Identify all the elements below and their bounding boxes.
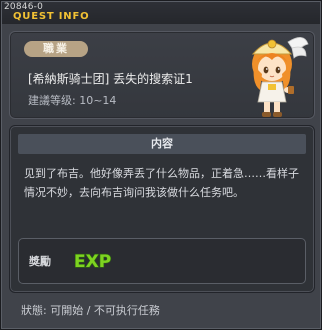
npc-portrait-icon bbox=[251, 37, 309, 117]
quest-info-window: 20846-0 QUEST INFO 職業 [希納斯骑士团] 丢失的搜索证1 建… bbox=[0, 0, 322, 330]
title-bar[interactable]: 20846-0 QUEST INFO bbox=[2, 2, 320, 24]
reward-box: 獎勵 EXP bbox=[18, 238, 306, 284]
quest-status: 狀態: 可開始 / 不可执行任務 bbox=[21, 304, 160, 317]
exp-text: EXP bbox=[74, 252, 111, 271]
reward-label: 獎勵 bbox=[29, 255, 51, 268]
window-title: QUEST INFO bbox=[13, 11, 90, 22]
job-badge: 職業 bbox=[24, 41, 88, 57]
exp-icon: EXP bbox=[73, 251, 111, 271]
content-header: 内容 bbox=[18, 134, 306, 154]
recommended-level: 建議等级: 10~14 bbox=[28, 94, 117, 107]
quest-description: 见到了布吉。他好像弄丢了什么物品，正着急……看样子情况不妙，去向布吉询问我该做什… bbox=[24, 167, 299, 199]
quest-summary-panel: 職業 [希納斯骑士团] 丢失的搜索证1 建議等级: 10~14 bbox=[9, 31, 315, 119]
content-panel: 内容 见到了布吉。他好像弄丢了什么物品，正着急……看样子情况不妙，去向布吉询问我… bbox=[9, 125, 315, 293]
quest-name: [希納斯骑士团] 丢失的搜索证1 bbox=[28, 72, 193, 86]
